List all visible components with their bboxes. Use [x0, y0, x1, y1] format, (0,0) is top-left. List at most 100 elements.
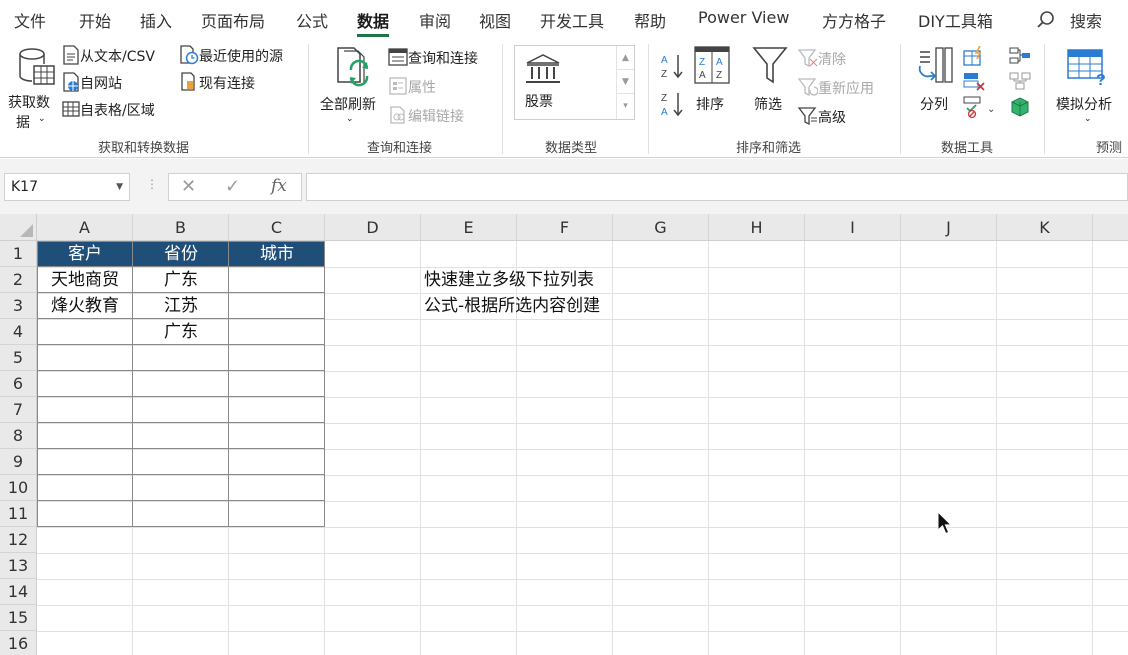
row-header-16[interactable]: 16	[0, 631, 37, 655]
table-cell[interactable]: 天地商贸	[37, 267, 133, 293]
tab-data[interactable]: 数据	[357, 8, 390, 37]
table-cell[interactable]: 烽火教育	[37, 293, 133, 319]
chevron-down-icon[interactable]: ▼	[116, 174, 123, 200]
row-header-6[interactable]: 6	[0, 371, 37, 397]
table-cell[interactable]: 江苏	[133, 293, 229, 319]
table-header-city[interactable]: 城市	[229, 241, 325, 267]
row-header-11[interactable]: 11	[0, 501, 37, 527]
row-header-4[interactable]: 4	[0, 319, 37, 345]
name-box[interactable]: K17 ▼	[4, 173, 130, 201]
data-validation-button[interactable]: ⌄	[963, 96, 997, 122]
table-cell[interactable]	[37, 319, 133, 345]
filter-button[interactable]: 筛选	[750, 44, 790, 114]
sort-ascending-button[interactable]: A Z	[660, 52, 686, 84]
row-header-13[interactable]: 13	[0, 553, 37, 579]
from-table-range-button[interactable]: 自表格/区域	[62, 99, 155, 120]
from-text-csv-button[interactable]: 从文本/CSV	[62, 45, 155, 66]
relationships-button[interactable]	[1008, 71, 1032, 95]
table-cell[interactable]: 广东	[133, 267, 229, 293]
from-web-button[interactable]: 自网站	[62, 72, 122, 93]
resize-handle-icon[interactable]: ⋮	[146, 177, 158, 191]
column-header-a[interactable]: A	[37, 214, 133, 241]
consolidate-button[interactable]	[1008, 46, 1032, 70]
tab-insert[interactable]: 插入	[140, 8, 172, 32]
tab-home[interactable]: 开始	[79, 8, 111, 32]
chevron-up-icon[interactable]: ▲	[617, 46, 634, 70]
tab-fangfang-gezi[interactable]: 方方格子	[822, 8, 886, 32]
tab-help[interactable]: 帮助	[634, 8, 666, 32]
note-line-1[interactable]: 快速建立多级下拉列表	[424, 267, 594, 293]
row-header-5[interactable]: 5	[0, 345, 37, 371]
clear-filter-button[interactable]: 清除	[797, 49, 846, 69]
row-header-2[interactable]: 2	[0, 267, 37, 293]
tab-page-layout[interactable]: 页面布局	[201, 8, 265, 32]
tab-formulas[interactable]: 公式	[296, 8, 328, 32]
existing-connections-button[interactable]: 现有连接	[179, 72, 255, 93]
tab-view[interactable]: 视图	[479, 8, 511, 32]
data-type-gallery[interactable]: 股票 ▲ ▼ ▾	[514, 45, 635, 120]
row-header-8[interactable]: 8	[0, 423, 37, 449]
row-header-15[interactable]: 15	[0, 605, 37, 631]
worksheet-grid[interactable]: A B C D E F G H I J K 1 2 3 4 5 6 7 8 9 …	[0, 214, 1128, 655]
column-header-h[interactable]: H	[709, 214, 805, 241]
queries-connections-button[interactable]: 查询和连接	[388, 48, 478, 68]
tab-power-view[interactable]: Power View	[698, 8, 789, 27]
data-model-button[interactable]	[1008, 96, 1032, 122]
column-header-b[interactable]: B	[133, 214, 229, 241]
sort-label: 排序	[696, 97, 724, 113]
tab-review[interactable]: 审阅	[419, 8, 451, 32]
table-cell[interactable]	[229, 319, 325, 345]
group-label-get-transform: 获取和转换数据	[98, 141, 190, 156]
row-header-3[interactable]: 3	[0, 293, 37, 319]
insert-function-button[interactable]: fx	[271, 176, 287, 196]
column-header-c[interactable]: C	[229, 214, 325, 241]
row-header-14[interactable]: 14	[0, 579, 37, 605]
edit-links-button[interactable]: 编辑链接	[388, 106, 464, 126]
flash-fill-button[interactable]	[963, 45, 985, 70]
what-if-analysis-button[interactable]: ? 模拟分析 ⌄	[1054, 44, 1118, 130]
gallery-more-icon[interactable]: ▾	[617, 94, 634, 118]
column-header-f[interactable]: F	[517, 214, 613, 241]
get-data-button[interactable]: 获取数 据 ⌄	[6, 44, 58, 131]
reapply-filter-button[interactable]: 重新应用	[797, 78, 874, 98]
column-header-g[interactable]: G	[613, 214, 709, 241]
tab-diy-toolbox[interactable]: DIY工具箱	[918, 8, 993, 32]
table-header-customer[interactable]: 客户	[37, 241, 133, 267]
refresh-all-button[interactable]: 全部刷新 ⌄	[318, 44, 384, 130]
column-header-d[interactable]: D	[325, 214, 421, 241]
column-header-i[interactable]: I	[805, 214, 901, 241]
formula-input[interactable]	[306, 173, 1128, 201]
sort-button[interactable]: Z A A Z 排序	[692, 44, 732, 114]
note-line-2[interactable]: 公式-根据所选内容创建	[424, 293, 600, 319]
remove-duplicates-button[interactable]	[963, 71, 985, 95]
select-all-button[interactable]	[0, 214, 37, 241]
properties-button[interactable]: 属性	[388, 77, 436, 97]
tab-file[interactable]: 文件	[14, 8, 46, 32]
table-cell[interactable]	[229, 293, 325, 319]
row-header-9[interactable]: 9	[0, 449, 37, 475]
tab-developer[interactable]: 开发工具	[540, 8, 604, 32]
table-header-province[interactable]: 省份	[133, 241, 229, 267]
sort-descending-button[interactable]: Z A	[660, 90, 686, 122]
chevron-down-icon[interactable]: ▼	[617, 70, 634, 94]
table-cell[interactable]: 广东	[133, 319, 229, 345]
enter-check-icon[interactable]: ✓	[225, 176, 240, 197]
column-header-k[interactable]: K	[997, 214, 1093, 241]
what-if-analysis-label: 模拟分析	[1056, 97, 1112, 113]
row-header-1[interactable]: 1	[0, 241, 37, 267]
gallery-scrollbar[interactable]: ▲ ▼ ▾	[616, 46, 634, 119]
advanced-filter-button[interactable]: 高级	[797, 107, 846, 127]
recent-sources-button[interactable]: 最近使用的源	[179, 45, 283, 66]
text-to-columns-button[interactable]: 分列	[912, 44, 958, 114]
remove-duplicates-icon	[963, 73, 985, 91]
row-header-7[interactable]: 7	[0, 397, 37, 423]
column-header-partial[interactable]	[1093, 214, 1128, 241]
row-header-12[interactable]: 12	[0, 527, 37, 553]
table-cell[interactable]	[229, 267, 325, 293]
get-data-label-1: 获取数	[8, 95, 50, 111]
cancel-icon[interactable]: ✕	[181, 176, 196, 197]
column-header-e[interactable]: E	[421, 214, 517, 241]
stocks-button[interactable]: 股票	[523, 50, 573, 114]
row-header-10[interactable]: 10	[0, 475, 37, 501]
column-header-j[interactable]: J	[901, 214, 997, 241]
